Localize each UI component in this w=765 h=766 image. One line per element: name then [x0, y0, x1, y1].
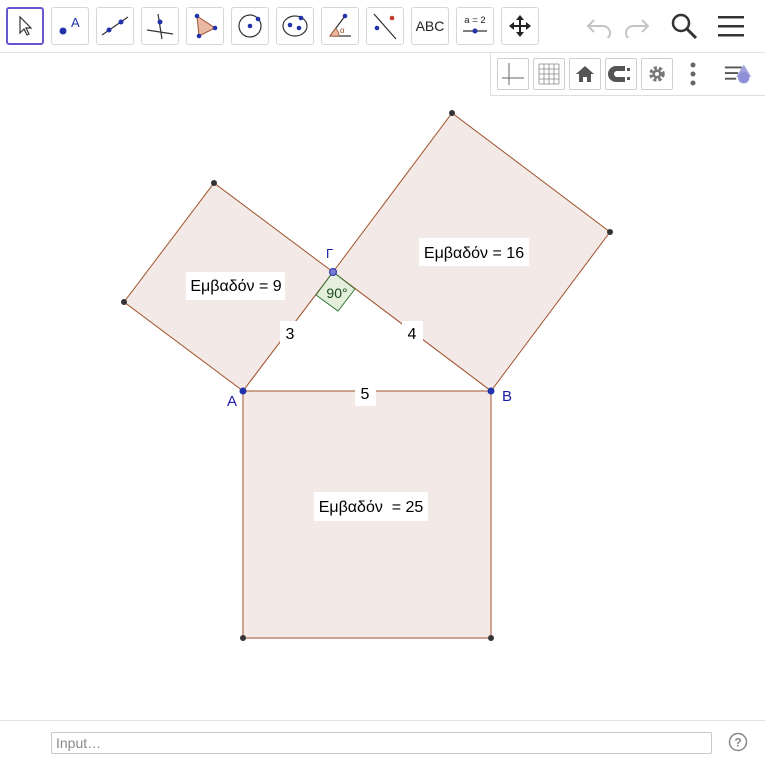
main-toolbar: A α ABC a = 2: [0, 0, 765, 53]
move-graphics-view-tool-button[interactable]: [501, 7, 539, 45]
point-tool-button[interactable]: A: [51, 7, 89, 45]
point-vertex[interactable]: [240, 635, 246, 641]
polygon-tool-button[interactable]: [186, 7, 224, 45]
redo-icon: [625, 19, 650, 38]
more-vertical-icon: [690, 62, 696, 86]
slider-icon: a = 2: [463, 15, 487, 34]
perpendicular-line-tool-button[interactable]: [141, 7, 179, 45]
hamburger-menu-icon: [718, 16, 744, 37]
home-icon: [576, 66, 594, 82]
graphics-style-bar: [490, 53, 765, 96]
side-length-b: 4: [408, 326, 417, 343]
label-B: B: [502, 388, 512, 405]
label-A: A: [227, 393, 237, 410]
grid-icon: [538, 63, 560, 85]
point-B[interactable]: [487, 387, 495, 395]
angle-tool-button[interactable]: α: [321, 7, 359, 45]
search-icon: [671, 13, 698, 40]
angle-label: 90°: [326, 285, 347, 301]
toggle-style-bar-button[interactable]: [723, 58, 755, 90]
text-tool-button[interactable]: ABC: [411, 7, 449, 45]
label-G: Γ: [326, 246, 333, 261]
svg-text:A: A: [71, 15, 80, 30]
line-tool-button[interactable]: [96, 7, 134, 45]
input-help-button[interactable]: ?: [728, 732, 748, 752]
point-vertex[interactable]: [211, 180, 217, 186]
polygon-icon: [194, 13, 218, 39]
slider-tool-label: a = 2: [464, 15, 485, 26]
point-G[interactable]: [329, 268, 337, 276]
redo-button[interactable]: [620, 10, 652, 42]
undo-icon: [586, 19, 611, 38]
move-arrows-icon: [509, 15, 531, 37]
move-tool-button[interactable]: [6, 7, 44, 45]
input-bar: [0, 720, 765, 766]
show-grid-button[interactable]: [533, 58, 565, 90]
angle-icon: α: [329, 13, 351, 37]
point-capturing-button[interactable]: [605, 58, 637, 90]
reflect-about-line-icon: [373, 13, 397, 40]
side-length-a: 3: [286, 326, 295, 343]
point-A[interactable]: [239, 387, 247, 395]
main-menu-button[interactable]: [715, 10, 747, 42]
area-large: Εμβαδόν = 25: [319, 499, 424, 516]
axes-icon: [502, 63, 524, 85]
text-tool-label: ABC: [415, 18, 445, 34]
graphics-settings-button[interactable]: [641, 58, 673, 90]
perpendicular-line-icon: [146, 13, 174, 40]
point-vertex[interactable]: [607, 229, 613, 235]
slider-tool-button[interactable]: a = 2: [456, 7, 494, 45]
circle-tool-button[interactable]: [231, 7, 269, 45]
ellipse-icon: [282, 15, 308, 37]
graphics-view[interactable]: 90° A B Γ 3 4 5 Εμβαδόν = 9 Εμβαδόν = 16…: [0, 0, 765, 765]
algebra-input-field[interactable]: [51, 732, 712, 754]
gear-icon: [649, 66, 665, 82]
style-bar-toggle-icon: [724, 64, 752, 84]
side-length-c: 5: [361, 386, 370, 403]
standard-view-button[interactable]: [569, 58, 601, 90]
area-medium: Εμβαδόν = 16: [424, 245, 524, 262]
conic-tool-button[interactable]: [276, 7, 314, 45]
point-icon: A: [59, 15, 80, 35]
magnet-capture-icon: [608, 66, 630, 82]
cursor-arrow-icon: [19, 15, 33, 36]
search-button[interactable]: [668, 10, 700, 42]
more-options-button[interactable]: [677, 58, 709, 90]
circle-icon: [238, 14, 262, 38]
line-icon: [101, 16, 129, 36]
reflect-tool-button[interactable]: [366, 7, 404, 45]
point-vertex[interactable]: [121, 299, 127, 305]
point-vertex[interactable]: [449, 110, 455, 116]
help-icon: ?: [728, 732, 748, 752]
svg-text:?: ?: [734, 736, 741, 750]
area-small: Εμβαδόν = 9: [190, 278, 281, 295]
show-axes-button[interactable]: [497, 58, 529, 90]
point-vertex[interactable]: [488, 635, 494, 641]
undo-button[interactable]: [584, 10, 616, 42]
svg-text:α: α: [340, 26, 345, 35]
